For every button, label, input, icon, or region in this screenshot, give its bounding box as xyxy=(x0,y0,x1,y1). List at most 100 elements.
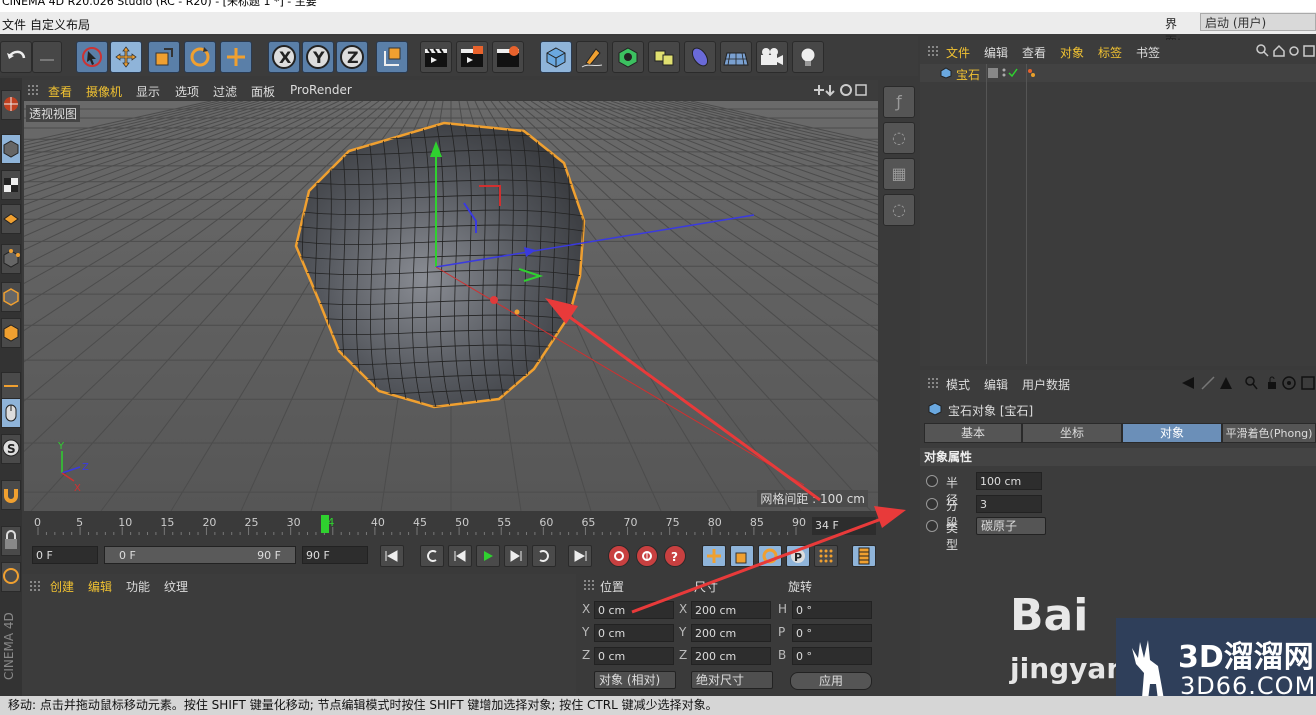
viewport-menu-view[interactable]: 查看 xyxy=(48,83,72,100)
next-frame-button[interactable] xyxy=(504,545,528,567)
tab-object[interactable]: 对象 xyxy=(1122,423,1222,443)
redo-button[interactable] xyxy=(32,41,62,73)
go-to-start-button[interactable] xyxy=(380,545,404,567)
pos-x-field[interactable]: 0 cm xyxy=(594,601,674,619)
material-menu-function[interactable]: 功能 xyxy=(126,578,150,595)
go-to-end-button[interactable] xyxy=(568,545,592,567)
undo-button[interactable] xyxy=(0,41,32,73)
auto-key-button[interactable] xyxy=(636,545,658,567)
apply-button[interactable]: 应用 xyxy=(790,672,872,690)
structure-button[interactable]: ▦ xyxy=(883,158,915,190)
layout-select[interactable]: 启动 (用户) xyxy=(1200,13,1316,31)
rot-b-field[interactable]: 0 ° xyxy=(792,647,872,665)
pos-z-field[interactable]: 0 cm xyxy=(594,647,674,665)
polygons-mode-button[interactable] xyxy=(1,318,21,348)
om-menu-view[interactable]: 查看 xyxy=(1022,44,1046,61)
object-status-icons[interactable] xyxy=(988,67,1038,79)
material-menu-edit[interactable]: 编辑 xyxy=(88,578,112,595)
viewport-nav-icons[interactable] xyxy=(812,83,874,97)
x-axis-button[interactable]: X xyxy=(268,41,300,73)
render-to-picture-viewer-button[interactable] xyxy=(456,41,488,73)
points-mode-button[interactable] xyxy=(1,244,21,274)
viewport-menu-filter[interactable]: 过滤 xyxy=(213,83,237,100)
preview-range-slider[interactable]: 0 F 90 F xyxy=(104,546,296,564)
previous-key-button[interactable] xyxy=(420,545,444,567)
coordinate-system-button[interactable] xyxy=(376,41,408,73)
play-button[interactable] xyxy=(476,545,500,567)
coordinate-mode-dropdown[interactable]: 对象 (相对) xyxy=(594,671,676,689)
om-menu-file[interactable]: 文件 xyxy=(946,44,970,61)
object-row-gem[interactable]: 宝石 xyxy=(920,64,1316,82)
om-menu-objects[interactable]: 对象 xyxy=(1060,44,1084,61)
timeline-ruler[interactable]: 0 5 10 15 20 25 30 34 40 45 50 55 60 65 70 75 80 85 90 xyxy=(26,513,878,539)
rot-p-field[interactable]: 0 ° xyxy=(792,624,872,642)
recent-tool-button[interactable] xyxy=(220,41,252,73)
scale-tool-button[interactable] xyxy=(148,41,180,73)
rotate-tool-button[interactable] xyxy=(184,41,216,73)
cube-object-button[interactable] xyxy=(540,41,572,73)
snap-button[interactable] xyxy=(1,562,21,592)
key-selection-button[interactable]: ? xyxy=(664,545,686,567)
magnet-button[interactable] xyxy=(1,480,21,510)
start-frame-field[interactable]: 0 F xyxy=(32,546,98,564)
timeline-window-button[interactable] xyxy=(852,545,876,567)
dotted-circle-button[interactable]: ◌ xyxy=(883,122,915,154)
live-select-button[interactable] xyxy=(76,41,108,73)
solo-button[interactable]: S xyxy=(1,434,21,464)
rotation-track-button[interactable] xyxy=(758,545,782,567)
tweak-mode-button[interactable] xyxy=(1,398,21,428)
perspective-viewport[interactable]: Y Z X 透视视图 网格间距 : 100 cm xyxy=(24,101,878,511)
viewport-menu-display[interactable]: 显示 xyxy=(136,83,160,100)
model-mode-button[interactable] xyxy=(1,134,21,164)
y-axis-button[interactable]: Y xyxy=(302,41,334,73)
material-menu-create[interactable]: 创建 xyxy=(50,578,74,595)
pen-spline-button[interactable] xyxy=(576,41,608,73)
size-y-field[interactable]: 200 cm xyxy=(691,624,771,642)
tab-basic[interactable]: 基本 xyxy=(924,423,1022,443)
segments-animate-radio[interactable] xyxy=(926,498,938,510)
am-menu-mode[interactable]: 模式 xyxy=(946,376,970,393)
light-button[interactable] xyxy=(792,41,824,73)
type-animate-radio[interactable] xyxy=(926,520,938,532)
record-key-button[interactable] xyxy=(608,545,630,567)
end-frame-field[interactable]: 90 F xyxy=(302,546,368,564)
am-menu-user-data[interactable]: 用户数据 xyxy=(1022,376,1070,393)
am-menu-edit[interactable]: 编辑 xyxy=(984,376,1008,393)
menu-custom-layout[interactable]: 自定义布局 xyxy=(30,16,90,33)
next-key-button[interactable] xyxy=(532,545,556,567)
render-view-button[interactable] xyxy=(420,41,452,73)
om-menu-edit[interactable]: 编辑 xyxy=(984,44,1008,61)
z-axis-button[interactable]: Z xyxy=(336,41,368,73)
array-button[interactable] xyxy=(648,41,680,73)
lock-workplane-button[interactable] xyxy=(1,526,21,556)
current-frame-field[interactable]: 34 F xyxy=(812,517,876,535)
am-toolbar-icons[interactable] xyxy=(1180,375,1316,391)
size-z-field[interactable]: 200 cm xyxy=(691,647,771,665)
camera-button[interactable] xyxy=(756,41,788,73)
type-dropdown[interactable]: 碳原子 xyxy=(976,517,1046,535)
tab-phong[interactable]: 平滑着色(Phong) xyxy=(1222,423,1316,443)
move-tool-button[interactable] xyxy=(110,41,142,73)
om-menu-tags[interactable]: 标签 xyxy=(1098,44,1122,61)
deformer-button[interactable] xyxy=(684,41,716,73)
point-level-button[interactable] xyxy=(814,545,838,567)
om-toolbar-icons[interactable] xyxy=(1256,44,1316,58)
viewport-menu-camera[interactable]: 摄像机 xyxy=(86,83,122,100)
scale-track-button[interactable] xyxy=(730,545,754,567)
viewport-menu-prorender[interactable]: ProRender xyxy=(290,83,352,97)
subdivision-surface-button[interactable] xyxy=(612,41,644,73)
radius-animate-radio[interactable] xyxy=(926,475,938,487)
dotted-circle-button-2[interactable]: ◌ xyxy=(883,194,915,226)
make-editable-button[interactable] xyxy=(1,90,21,120)
parameter-track-button[interactable]: P xyxy=(786,545,810,567)
pos-y-field[interactable]: 0 cm xyxy=(594,624,674,642)
position-track-button[interactable] xyxy=(702,545,726,567)
om-menu-bookmarks[interactable]: 书签 xyxy=(1136,44,1160,61)
python-generator-button[interactable]: ƒ xyxy=(883,86,915,118)
menu-file[interactable]: 文件 xyxy=(2,16,26,33)
size-mode-dropdown[interactable]: 绝对尺寸 xyxy=(691,671,773,689)
tab-coordinates[interactable]: 坐标 xyxy=(1022,423,1122,443)
texture-mode-button[interactable] xyxy=(1,170,21,200)
segments-field[interactable]: 3 xyxy=(976,495,1042,513)
workplane-mode-button[interactable] xyxy=(1,204,21,234)
